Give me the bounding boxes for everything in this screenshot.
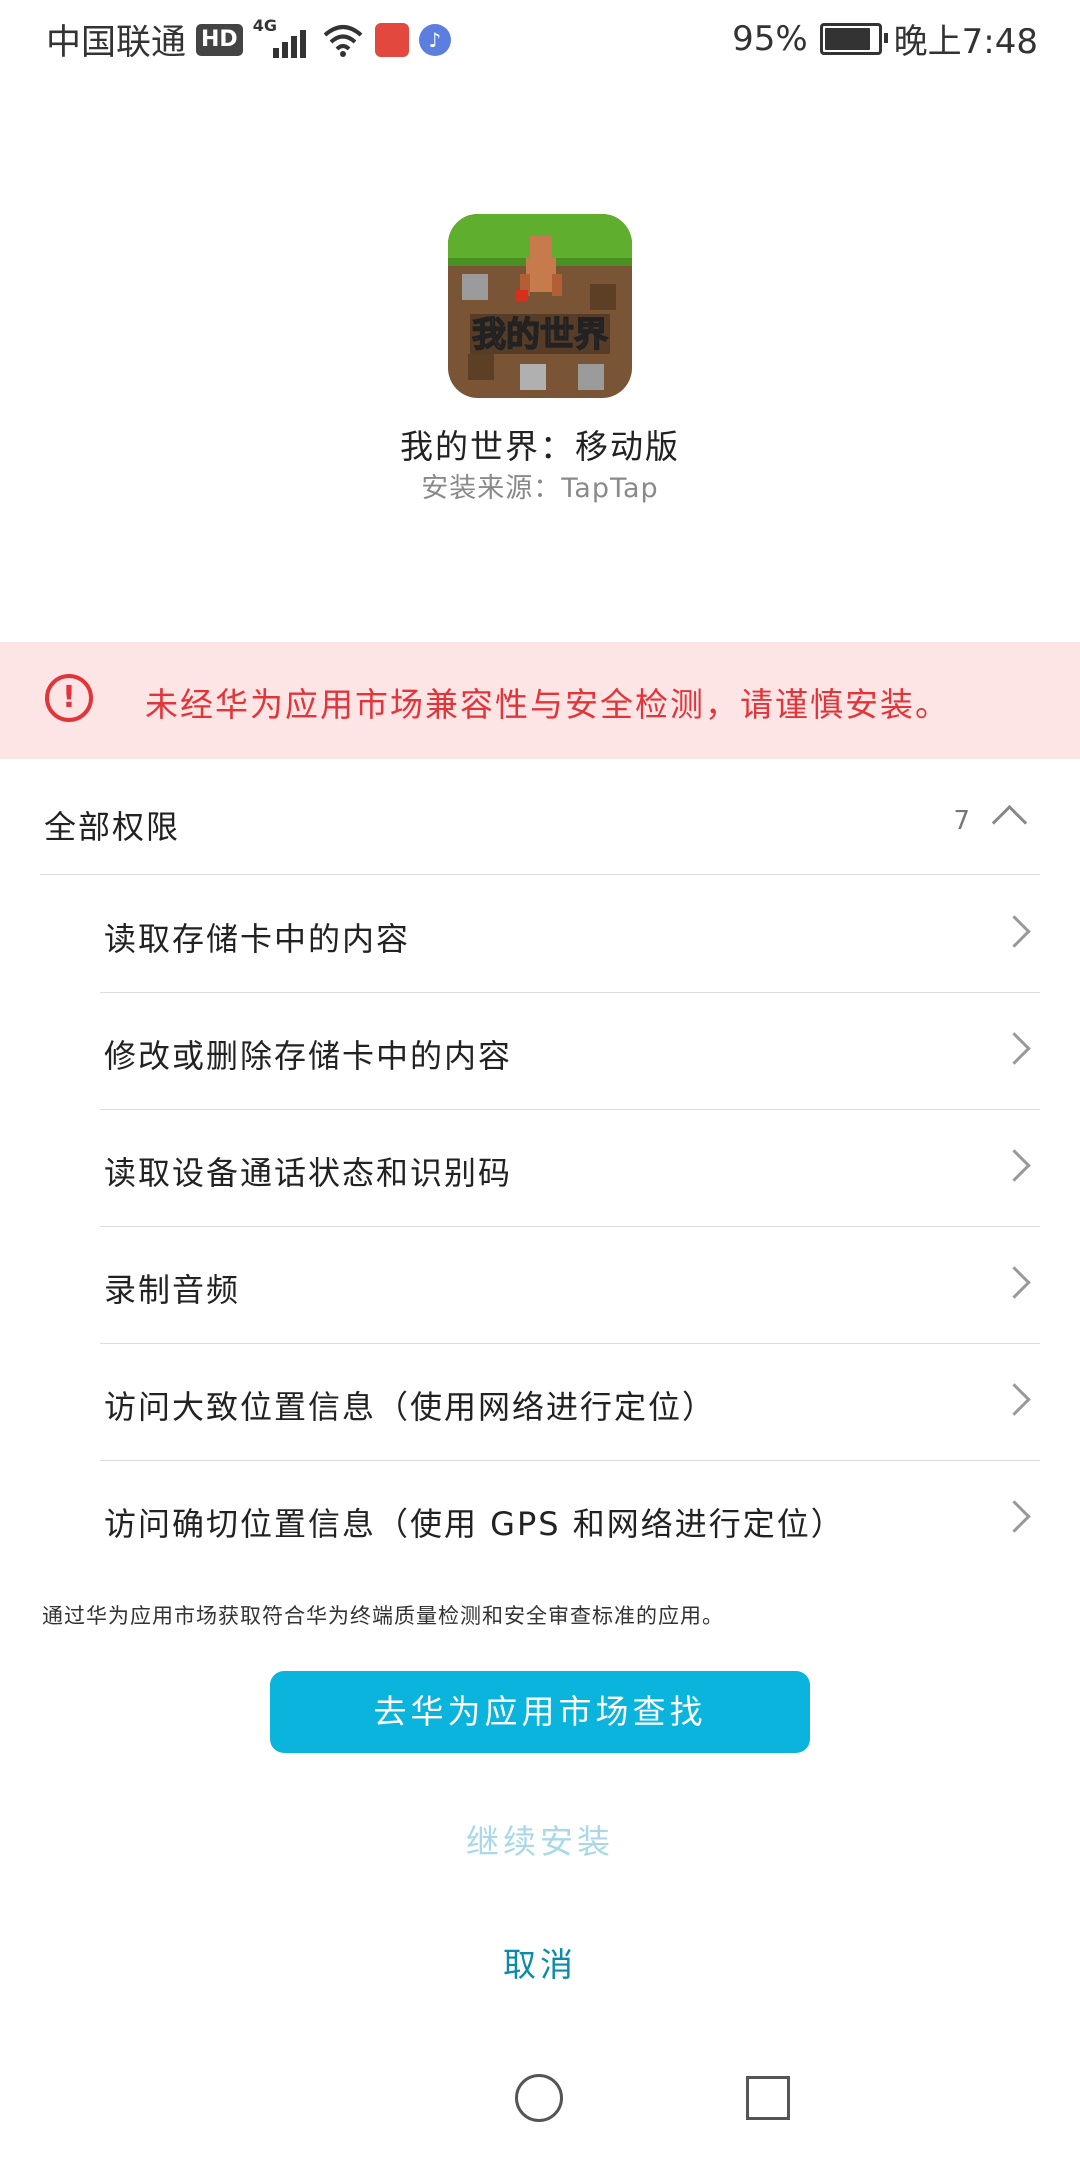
recent-apps-icon[interactable]	[746, 2076, 790, 2120]
carrier-label: 中国联通	[46, 23, 187, 63]
chevron-right-icon	[998, 915, 1031, 948]
hd-badge: HD	[196, 23, 243, 56]
security-warning-banner: ! 未经华为应用市场兼容性与安全检测，请谨慎安装。	[0, 642, 1080, 759]
app-icon-text: 我的世界	[472, 315, 608, 355]
app-name: 我的世界：移动版	[400, 427, 680, 466]
permissions-title: 全部权限	[44, 808, 181, 846]
continue-install-button[interactable]: 继续安装	[0, 1815, 1080, 1863]
clock: 晚上7:48	[893, 22, 1038, 62]
app-notification-icon	[374, 22, 409, 57]
permission-label: 修改或删除存储卡中的内容	[104, 1037, 513, 1075]
signal-icon: 4G	[253, 16, 311, 60]
chevron-up-icon[interactable]	[991, 804, 1028, 841]
permissions-list: 读取存储卡中的内容 修改或删除存储卡中的内容 读取设备通话状态和识别码 录制音频…	[100, 876, 1040, 1577]
navigation-bar	[0, 2040, 1080, 2160]
battery-percent: 95%	[732, 18, 808, 59]
battery-icon	[819, 22, 888, 55]
permission-label: 访问确切位置信息（使用 GPS 和网络进行定位）	[104, 1505, 845, 1543]
music-icon: ♪	[418, 23, 451, 56]
exclamation-circle-icon: !	[45, 674, 93, 722]
cancel-button[interactable]: 取消	[0, 1938, 1080, 1986]
chevron-right-icon	[998, 1266, 1031, 1299]
permissions-count: 7	[953, 806, 970, 836]
wifi-icon	[323, 24, 363, 57]
chevron-right-icon	[998, 1032, 1031, 1065]
chevron-right-icon	[998, 1500, 1031, 1533]
home-icon[interactable]	[515, 2074, 563, 2122]
permission-label: 读取存储卡中的内容	[104, 920, 411, 958]
appgallery-note: 通过华为应用市场获取符合华为终端质量检测和安全审查标准的应用。	[42, 1604, 724, 1628]
permission-item[interactable]: 读取设备通话状态和识别码	[100, 1110, 1040, 1227]
permission-item[interactable]: 修改或删除存储卡中的内容	[100, 993, 1040, 1110]
permission-label: 录制音频	[104, 1271, 241, 1309]
permissions-header[interactable]: 全部权限 7	[40, 770, 1040, 875]
permission-item[interactable]: 访问大致位置信息（使用网络进行定位）	[100, 1344, 1040, 1461]
permission-item[interactable]: 录制音频	[100, 1227, 1040, 1344]
permission-label: 访问大致位置信息（使用网络进行定位）	[104, 1388, 717, 1426]
chevron-right-icon	[998, 1383, 1031, 1416]
app-icon: 我的世界	[448, 214, 632, 398]
chevron-right-icon	[998, 1149, 1031, 1182]
permission-item[interactable]: 读取存储卡中的内容	[100, 876, 1040, 993]
install-source: 安装来源：TapTap	[421, 473, 659, 504]
permission-label: 读取设备通话状态和识别码	[104, 1154, 513, 1192]
warning-text: 未经华为应用市场兼容性与安全检测，请谨慎安装。	[145, 685, 950, 724]
status-bar: 中国联通 HD 4G ♪ 95% 晚上7:48	[0, 0, 1080, 76]
find-in-appgallery-button[interactable]: 去华为应用市场查找	[270, 1671, 810, 1753]
permission-item[interactable]: 访问确切位置信息（使用 GPS 和网络进行定位）	[100, 1461, 1040, 1577]
